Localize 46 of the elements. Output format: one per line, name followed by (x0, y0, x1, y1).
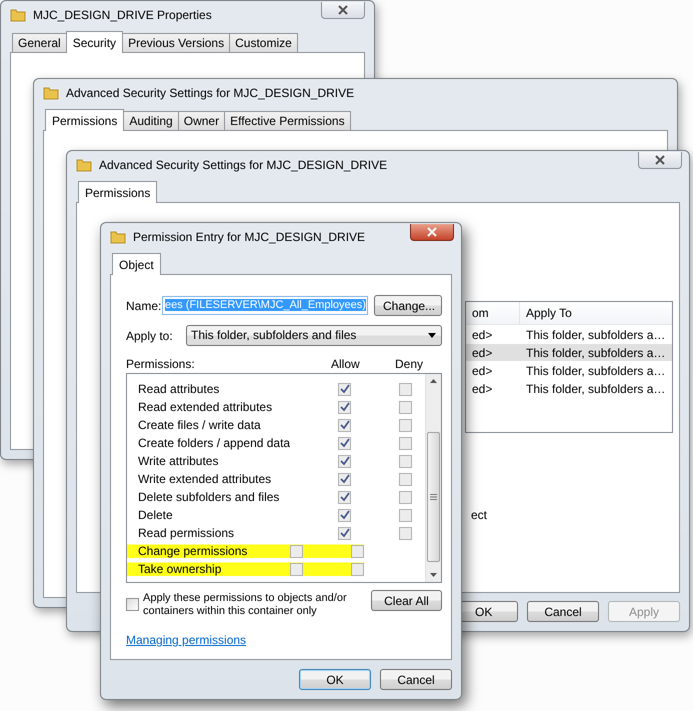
dialog-button[interactable]: OK (299, 669, 371, 690)
permission-name: Read attributes (138, 382, 220, 396)
window-title: Advanced Security Settings for MJC_DESIGN_DRIVE (66, 86, 354, 100)
permission-name: Create files / write data (138, 418, 262, 432)
list-row[interactable]: ed> This folder, subfolders a… (466, 380, 672, 397)
window-title: Permission Entry for MJC_DESIGN_DRIVE (133, 230, 366, 244)
name-label: Name: (126, 298, 162, 312)
permission-name: Delete subfolders and files (138, 490, 280, 504)
permission-name: Change permissions (138, 544, 248, 558)
checkbox-label: Apply these permissions to objects and/or containers within this container only (143, 592, 348, 618)
dialog-button[interactable]: OK (460, 601, 518, 622)
permission-name: Read permissions (138, 526, 236, 540)
tab[interactable]: Previous Versions (122, 33, 230, 52)
tab[interactable]: Owner (178, 111, 226, 130)
change-button[interactable]: Change... (374, 295, 442, 316)
list-row[interactable]: ed> This folder, subfolders a… (466, 362, 672, 379)
tab[interactable]: Security (66, 31, 124, 53)
column-header: om (466, 302, 520, 324)
apply-to-label: Apply to: (126, 328, 174, 342)
tab[interactable]: Permissions (78, 181, 158, 203)
tab[interactable]: Effective Permissions (224, 111, 351, 130)
tab[interactable]: Object (112, 253, 161, 275)
dialog-button[interactable]: Cancel (527, 601, 599, 622)
permission-name: Read extended attributes (138, 400, 274, 414)
clear-all-button[interactable]: Clear All (370, 590, 442, 611)
description-text: ect (470, 508, 488, 522)
tab[interactable]: General (12, 33, 67, 52)
permission-name: Take ownership (138, 562, 222, 576)
permission-name: Delete (138, 508, 174, 522)
dialog-button[interactable]: Cancel (380, 669, 452, 690)
deny-header: Deny (395, 357, 424, 373)
window-title: Advanced Security Settings for MJC_DESIGN_DRIVE (99, 158, 388, 172)
allow-header: Allow (331, 357, 361, 373)
permissions-label: Permissions: (126, 357, 196, 373)
list-row[interactable]: ed> This folder, subfolders a… (466, 344, 672, 361)
list-row[interactable]: ed> This folder, subfolders a… (466, 326, 672, 343)
column-header: Apply To (525, 306, 572, 320)
permission-name: Write attributes (138, 454, 220, 468)
managing-permissions-link[interactable]: Managing permissions (126, 633, 246, 647)
tab[interactable]: Customize (229, 33, 298, 52)
permission-name: Write extended attributes (138, 472, 272, 486)
tab[interactable]: Auditing (123, 111, 179, 130)
window-title: MJC_DESIGN_DRIVE Properties (33, 8, 212, 22)
apply-to-dropdown[interactable]: This folder, subfolders and files (186, 325, 442, 346)
permission-name: Create folders / append data (138, 436, 292, 450)
tab[interactable]: Permissions (45, 109, 124, 131)
